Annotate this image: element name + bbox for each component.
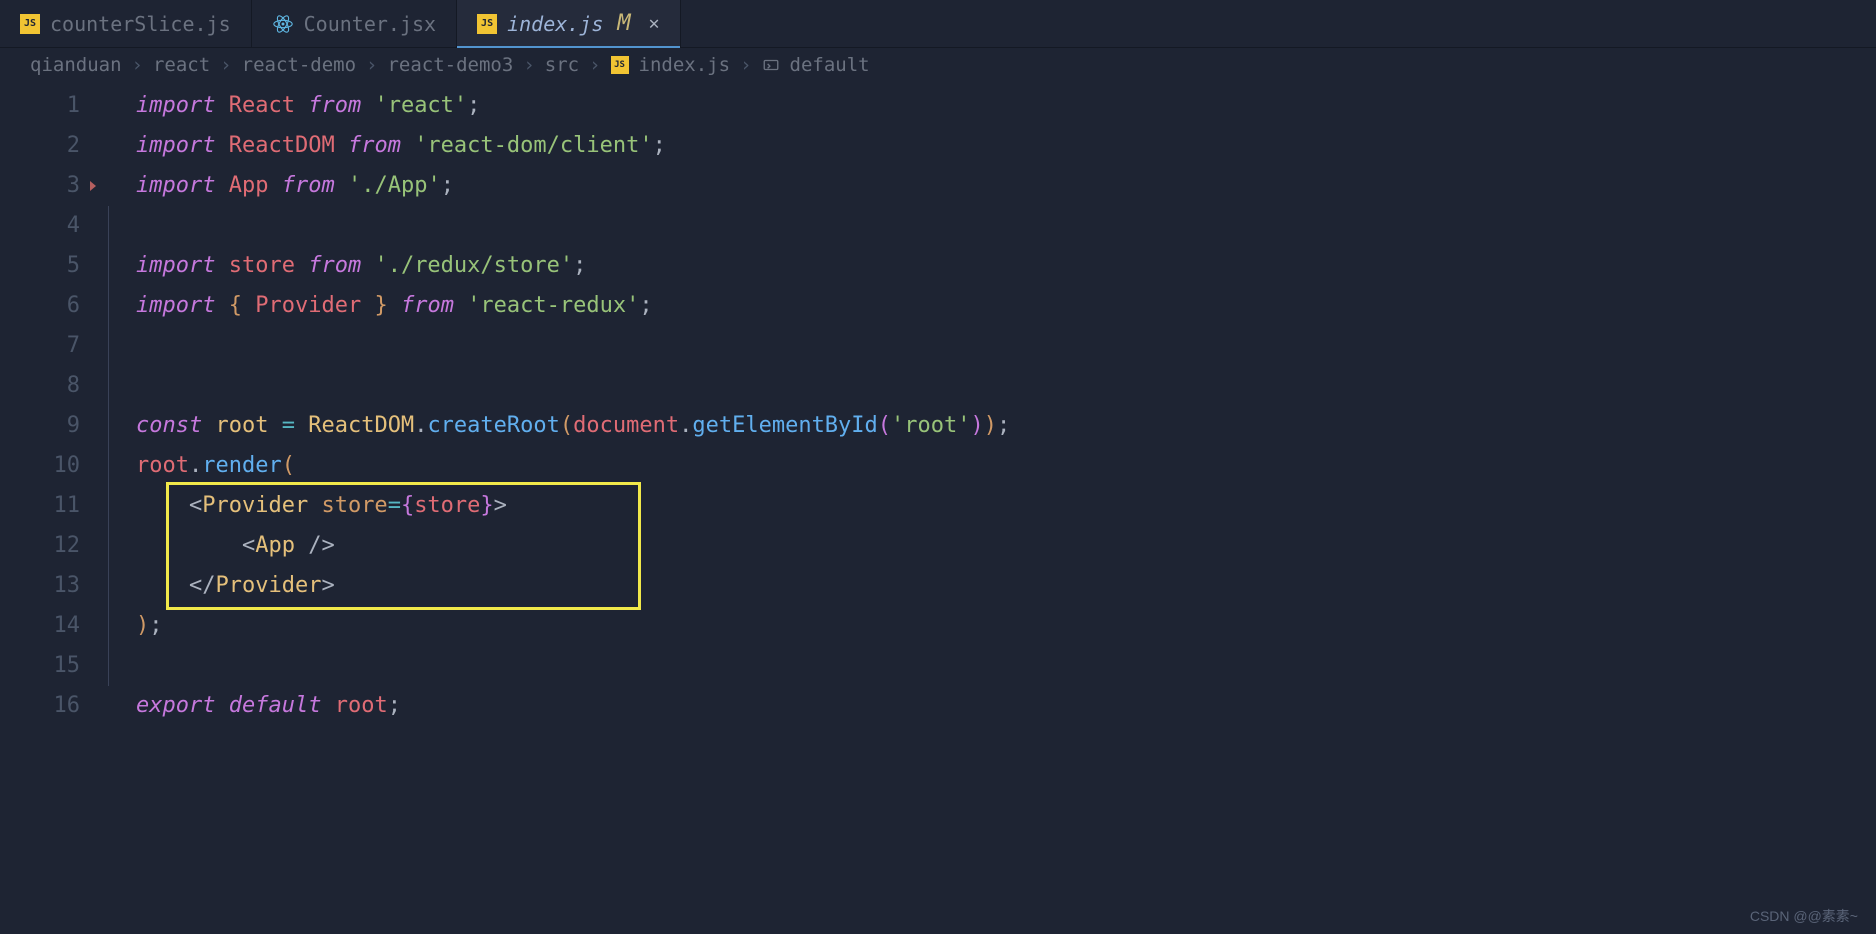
line-number: 15 [0, 646, 100, 686]
js-icon: JS [611, 56, 629, 74]
code-editor[interactable]: 12345678910111213141516 import React fro… [0, 82, 1876, 726]
code-line[interactable] [100, 646, 1876, 686]
line-number: 6 [0, 286, 100, 326]
line-number: 10 [0, 446, 100, 486]
breadcrumb-symbol[interactable]: default [790, 54, 870, 76]
chevron-right-icon: › [740, 54, 751, 76]
tab-index[interactable]: JS index.js M ✕ [457, 0, 680, 47]
line-number: 5 [0, 246, 100, 286]
react-icon [272, 13, 294, 35]
code-line[interactable] [100, 366, 1876, 406]
line-number: 9 [0, 406, 100, 446]
breadcrumb-file[interactable]: index.js [639, 54, 731, 76]
code-line[interactable]: </Provider> [100, 566, 1876, 606]
code-line[interactable]: const root = ReactDOM.createRoot(documen… [100, 406, 1876, 446]
breadcrumb: qianduan › react › react-demo › react-de… [0, 48, 1876, 82]
line-number: 8 [0, 366, 100, 406]
line-number: 16 [0, 686, 100, 726]
code-area[interactable]: import React from 'react';import ReactDO… [100, 82, 1876, 726]
code-line[interactable]: root.render( [100, 446, 1876, 486]
js-icon: JS [477, 14, 497, 34]
tab-label: Counter.jsx [304, 12, 436, 36]
line-gutter: 12345678910111213141516 [0, 82, 100, 726]
line-number: 12 [0, 526, 100, 566]
breadcrumb-item[interactable]: react-demo [242, 54, 356, 76]
line-number: 11 [0, 486, 100, 526]
code-line[interactable]: export default root; [100, 686, 1876, 726]
code-line[interactable] [100, 206, 1876, 246]
line-number: 4 [0, 206, 100, 246]
tab-counter[interactable]: Counter.jsx [252, 0, 457, 47]
breadcrumb-item[interactable]: qianduan [30, 54, 122, 76]
chevron-right-icon: › [366, 54, 377, 76]
code-line[interactable]: import App from './App'; [100, 166, 1876, 206]
tab-counterslice[interactable]: JS counterSlice.js [0, 0, 252, 47]
code-line[interactable]: import { Provider } from 'react-redux'; [100, 286, 1876, 326]
chevron-right-icon: › [523, 54, 534, 76]
code-line[interactable]: <Provider store={store}> [100, 486, 1876, 526]
close-icon[interactable]: ✕ [649, 13, 660, 34]
code-line[interactable]: import store from './redux/store'; [100, 246, 1876, 286]
code-line[interactable] [100, 326, 1876, 366]
modified-indicator: M [617, 11, 630, 36]
line-number: 2 [0, 126, 100, 166]
line-number: 13 [0, 566, 100, 606]
line-number: 3 [0, 166, 100, 206]
code-line[interactable]: import React from 'react'; [100, 86, 1876, 126]
code-line[interactable]: import ReactDOM from 'react-dom/client'; [100, 126, 1876, 166]
editor-tabs: JS counterSlice.js Counter.jsx JS index.… [0, 0, 1876, 48]
code-line[interactable]: ); [100, 606, 1876, 646]
symbol-icon [762, 56, 780, 74]
line-number: 7 [0, 326, 100, 366]
tab-label: index.js [507, 12, 603, 36]
tab-label: counterSlice.js [50, 12, 231, 36]
js-icon: JS [20, 14, 40, 34]
breadcrumb-item[interactable]: react [153, 54, 210, 76]
breadcrumb-item[interactable]: react-demo3 [387, 54, 513, 76]
chevron-right-icon: › [132, 54, 143, 76]
breadcrumb-item[interactable]: src [545, 54, 579, 76]
chevron-right-icon: › [220, 54, 231, 76]
watermark: CSDN @@素素~ [1750, 906, 1858, 926]
line-number: 1 [0, 86, 100, 126]
chevron-right-icon: › [589, 54, 600, 76]
code-line[interactable]: <App /> [100, 526, 1876, 566]
line-number: 14 [0, 606, 100, 646]
